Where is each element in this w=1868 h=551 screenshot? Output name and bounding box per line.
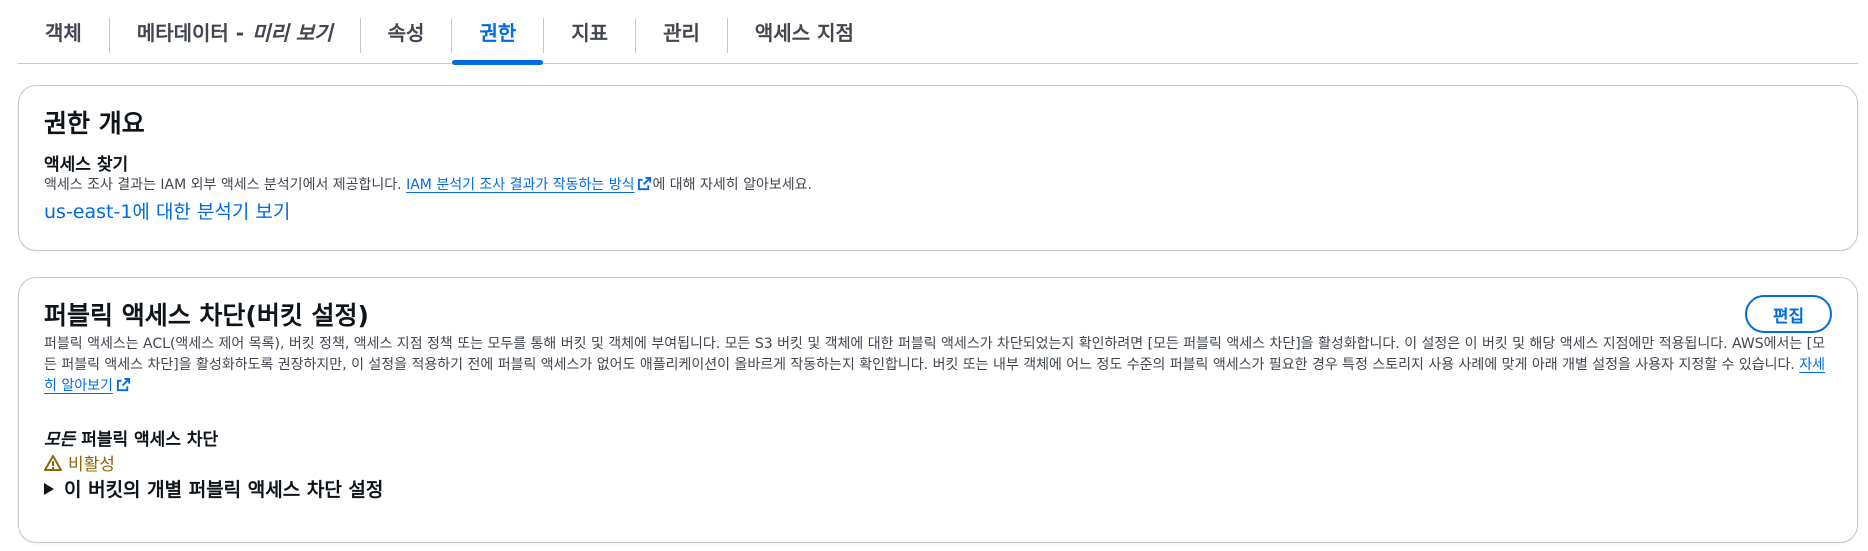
tab-label: 속성 — [387, 21, 425, 45]
tab-management[interactable]: 관리 — [636, 0, 727, 63]
tab-label: 권한 — [479, 21, 517, 45]
description-text: 퍼블릭 액세스는 ACL(액세스 제어 목록), 버킷 정책, 액세스 지점 정… — [44, 336, 1826, 373]
status-indicator: 비활성 — [44, 450, 115, 475]
description-text: 액세스 조사 결과는 IAM 외부 액세스 분석기에서 제공합니다. — [44, 177, 402, 193]
tab-label-preview: 미리 보기 — [252, 21, 333, 45]
block-public-access-panel: 퍼블릭 액세스 차단(버킷 설정) 편집 퍼블릭 액세스는 ACL(액세스 제어… — [18, 277, 1858, 543]
panel-title: 퍼블릭 액세스 차단(버킷 설정) — [44, 301, 369, 330]
tab-label: 지표 — [571, 21, 609, 45]
tab-label: 관리 — [663, 21, 700, 45]
link-text: IAM 분석기 조사 결과가 작동하는 방식 — [406, 177, 635, 193]
tab-label: 액세스 지점 — [754, 21, 854, 45]
permissions-overview-panel: 권한 개요 액세스 찾기 액세스 조사 결과는 IAM 외부 액세스 분석기에서… — [18, 85, 1858, 251]
access-finding-description: 액세스 조사 결과는 IAM 외부 액세스 분석기에서 제공합니다. IAM 분… — [44, 175, 812, 196]
iam-analyzer-docs-link[interactable]: IAM 분석기 조사 결과가 작동하는 방식 — [406, 176, 652, 193]
view-analyzer-link[interactable]: us-east-1에 대한 분석기 보기 — [44, 197, 290, 224]
expander-label: 이 버킷의 개별 퍼블릭 액세스 차단 설정 — [64, 479, 384, 501]
caret-right-icon — [44, 482, 54, 495]
edit-button[interactable]: 편집 — [1745, 295, 1832, 333]
tab-properties[interactable]: 속성 — [361, 0, 452, 63]
description-text: 에 대해 자세히 알아보세요. — [652, 177, 812, 193]
tab-objects[interactable]: 객체 — [18, 0, 109, 63]
tab-permissions[interactable]: 권한 — [452, 0, 544, 65]
access-finding-heading: 액세스 찾기 — [44, 155, 129, 175]
individual-settings-expander[interactable]: 이 버킷의 개별 퍼블릭 액세스 차단 설정 — [44, 475, 383, 502]
tab-metrics[interactable]: 지표 — [544, 0, 635, 63]
tab-label: 메타데이터 - — [136, 21, 245, 45]
warning-icon — [44, 454, 62, 471]
heading-emphasis: 모든 — [44, 430, 76, 450]
block-public-access-description: 퍼블릭 액세스는 ACL(액세스 제어 목록), 버킷 정책, 액세스 지점 정… — [44, 334, 1834, 397]
heading-text: 퍼블릭 액세스 차단 — [81, 430, 219, 450]
tab-bar: 객체 메타데이터 - 미리 보기 속성 권한 지표 관리 액세스 지점 — [18, 0, 1858, 65]
panel-title: 권한 개요 — [44, 109, 145, 138]
block-all-public-access-heading: 모든 퍼블릭 액세스 차단 — [44, 425, 218, 450]
external-link-icon — [638, 176, 652, 191]
tab-label: 객체 — [45, 21, 82, 45]
status-text: 비활성 — [68, 455, 115, 475]
tab-access-points[interactable]: 액세스 지점 — [728, 0, 881, 63]
tab-metadata[interactable]: 메타데이터 - 미리 보기 — [110, 0, 360, 63]
external-link-icon — [116, 377, 130, 392]
